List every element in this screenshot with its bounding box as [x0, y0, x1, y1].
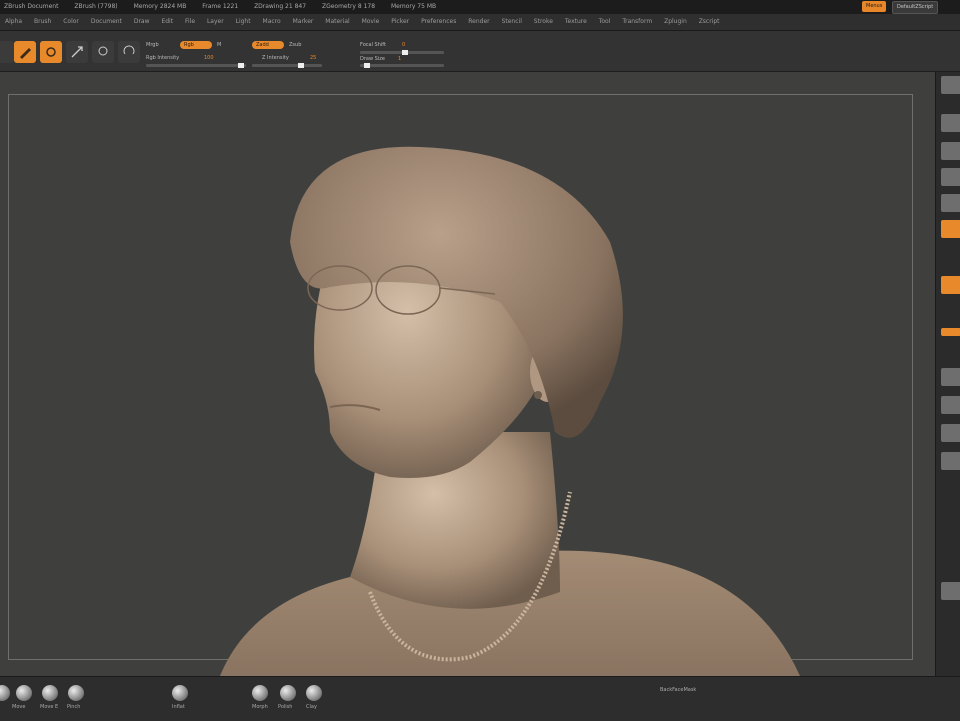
menu-transform[interactable]: Transform	[617, 14, 657, 30]
title-bar: ZBrush Document ZBrush (7798) Memory 282…	[0, 0, 960, 14]
local-button[interactable]	[941, 328, 960, 336]
actual-button[interactable]	[941, 194, 960, 212]
scale-icon	[98, 46, 108, 56]
menu-macro[interactable]: Macro	[258, 14, 286, 30]
sculpt-bust[interactable]	[0, 72, 935, 676]
menu-render[interactable]: Render	[463, 14, 494, 30]
brush-clay-label: Clay	[306, 704, 317, 710]
zoom-button[interactable]	[941, 168, 960, 186]
zsub-label[interactable]: Zsub	[289, 42, 301, 48]
polyf-button[interactable]	[941, 582, 960, 600]
draw-size-label: Draw Size	[360, 56, 385, 62]
brush-move-icon[interactable]	[16, 685, 32, 701]
backface-mask-toggle[interactable]: BackFaceMask	[660, 687, 696, 693]
app-title: ZBrush Document	[4, 3, 59, 10]
menu-texture[interactable]: Texture	[560, 14, 592, 30]
bpr-button[interactable]	[941, 76, 960, 94]
stat-3: Frame 1221	[202, 3, 239, 10]
menus-button[interactable]: Menus	[862, 1, 887, 12]
menu-movie[interactable]: Movie	[357, 14, 385, 30]
brush-move-e-label: Move E	[40, 704, 59, 710]
rotate-button[interactable]	[118, 41, 140, 63]
brush-pinch-icon[interactable]	[68, 685, 84, 701]
z-intensity-label: Z Intensity	[262, 55, 289, 61]
menu-brush[interactable]: Brush	[29, 14, 56, 30]
edit-button[interactable]	[14, 41, 36, 63]
scale-button[interactable]	[92, 41, 114, 63]
draw-size-value: 1	[398, 56, 402, 62]
earring	[534, 391, 542, 399]
brush-pinch-label: Pinch	[67, 704, 81, 710]
brush-move-label: Move	[12, 704, 26, 710]
menu-file[interactable]: File	[180, 14, 200, 30]
z-intensity-slider[interactable]	[252, 63, 322, 68]
brush-move-e-icon[interactable]	[42, 685, 58, 701]
move-view-button[interactable]	[941, 452, 960, 470]
menu-light[interactable]: Light	[231, 14, 256, 30]
menu-color[interactable]: Color	[58, 14, 84, 30]
menu-document[interactable]: Document	[86, 14, 127, 30]
brush-polish-label: Polish	[278, 704, 293, 710]
stat-6: Memory 75 MB	[391, 3, 437, 10]
menu-edit[interactable]: Edit	[156, 14, 178, 30]
projection-master-button[interactable]	[0, 41, 14, 63]
brush-inflat-icon[interactable]	[172, 685, 188, 701]
top-shelf: Mrgb Rgb M Rgb Intensity 100 Zadd Zsub Z…	[0, 31, 960, 72]
m-label[interactable]: M	[217, 42, 221, 48]
menu-preferences[interactable]: Preferences	[416, 14, 461, 30]
draw-button[interactable]	[40, 41, 62, 63]
menu-layer[interactable]: Layer	[202, 14, 229, 30]
stat-1: ZBrush (7798)	[74, 3, 118, 10]
xyz-button[interactable]	[941, 368, 960, 386]
brush-inflat-label: Inflat	[172, 704, 185, 710]
frame-button[interactable]	[941, 424, 960, 442]
stat-4: ZDrawing 21 847	[254, 3, 307, 10]
menu-tool[interactable]: Tool	[594, 14, 616, 30]
draw-icon	[46, 47, 56, 57]
rotate-icon	[123, 45, 135, 55]
rgb-label: Rgb	[184, 42, 194, 48]
move-button[interactable]	[66, 41, 88, 63]
menu-alpha[interactable]: Alpha	[0, 14, 27, 30]
menu-stencil[interactable]: Stencil	[497, 14, 527, 30]
focal-shift-label: Focal Shift	[360, 42, 386, 48]
spix-button[interactable]	[941, 114, 960, 132]
brush-clay-icon[interactable]	[306, 685, 322, 701]
persp-button[interactable]	[941, 220, 960, 238]
menu-material[interactable]: Material	[320, 14, 354, 30]
bottom-shelf: Move Move E Pinch Inflat Morph Polish Cl…	[0, 676, 960, 721]
menu-stroke[interactable]: Stroke	[529, 14, 558, 30]
stat-2: Memory 2824 MB	[133, 3, 187, 10]
menu-zscript[interactable]: Zscript	[694, 14, 725, 30]
scroll-button[interactable]	[941, 142, 960, 160]
default-zscript-button[interactable]: DefaultZScript	[892, 1, 939, 14]
rgb-intensity-slider[interactable]	[146, 63, 246, 68]
brush-partial-icon[interactable]	[0, 685, 10, 701]
rotate-view-button[interactable]	[941, 396, 960, 414]
edit-icon	[20, 48, 31, 59]
mrgb-label[interactable]: Mrgb	[146, 42, 159, 48]
draw-size-slider[interactable]	[360, 63, 444, 68]
zadd-label: Zadd	[256, 42, 269, 48]
rgb-intensity-label: Rgb Intensity	[146, 55, 180, 61]
brush-morph-label: Morph	[252, 704, 268, 710]
brush-polish-icon[interactable]	[280, 685, 296, 701]
focal-shift-slider[interactable]	[360, 50, 444, 55]
menu-marker[interactable]: Marker	[288, 14, 319, 30]
move-icon	[71, 46, 83, 58]
right-shelf	[935, 72, 960, 676]
rgb-intensity-value: 100	[204, 55, 214, 61]
stat-5: ZGeometry 8 178	[321, 3, 376, 10]
menu-bar: Alpha Brush Color Document Draw Edit Fil…	[0, 14, 960, 31]
focal-shift-value: 0	[402, 42, 406, 48]
z-intensity-value: 25	[310, 55, 317, 61]
menu-zplugin[interactable]: Zplugin	[659, 14, 692, 30]
menu-picker[interactable]: Picker	[386, 14, 414, 30]
floor-button[interactable]	[941, 276, 960, 294]
canvas-viewport[interactable]	[0, 72, 935, 676]
menu-draw[interactable]: Draw	[129, 14, 155, 30]
brush-morph-icon[interactable]	[252, 685, 268, 701]
